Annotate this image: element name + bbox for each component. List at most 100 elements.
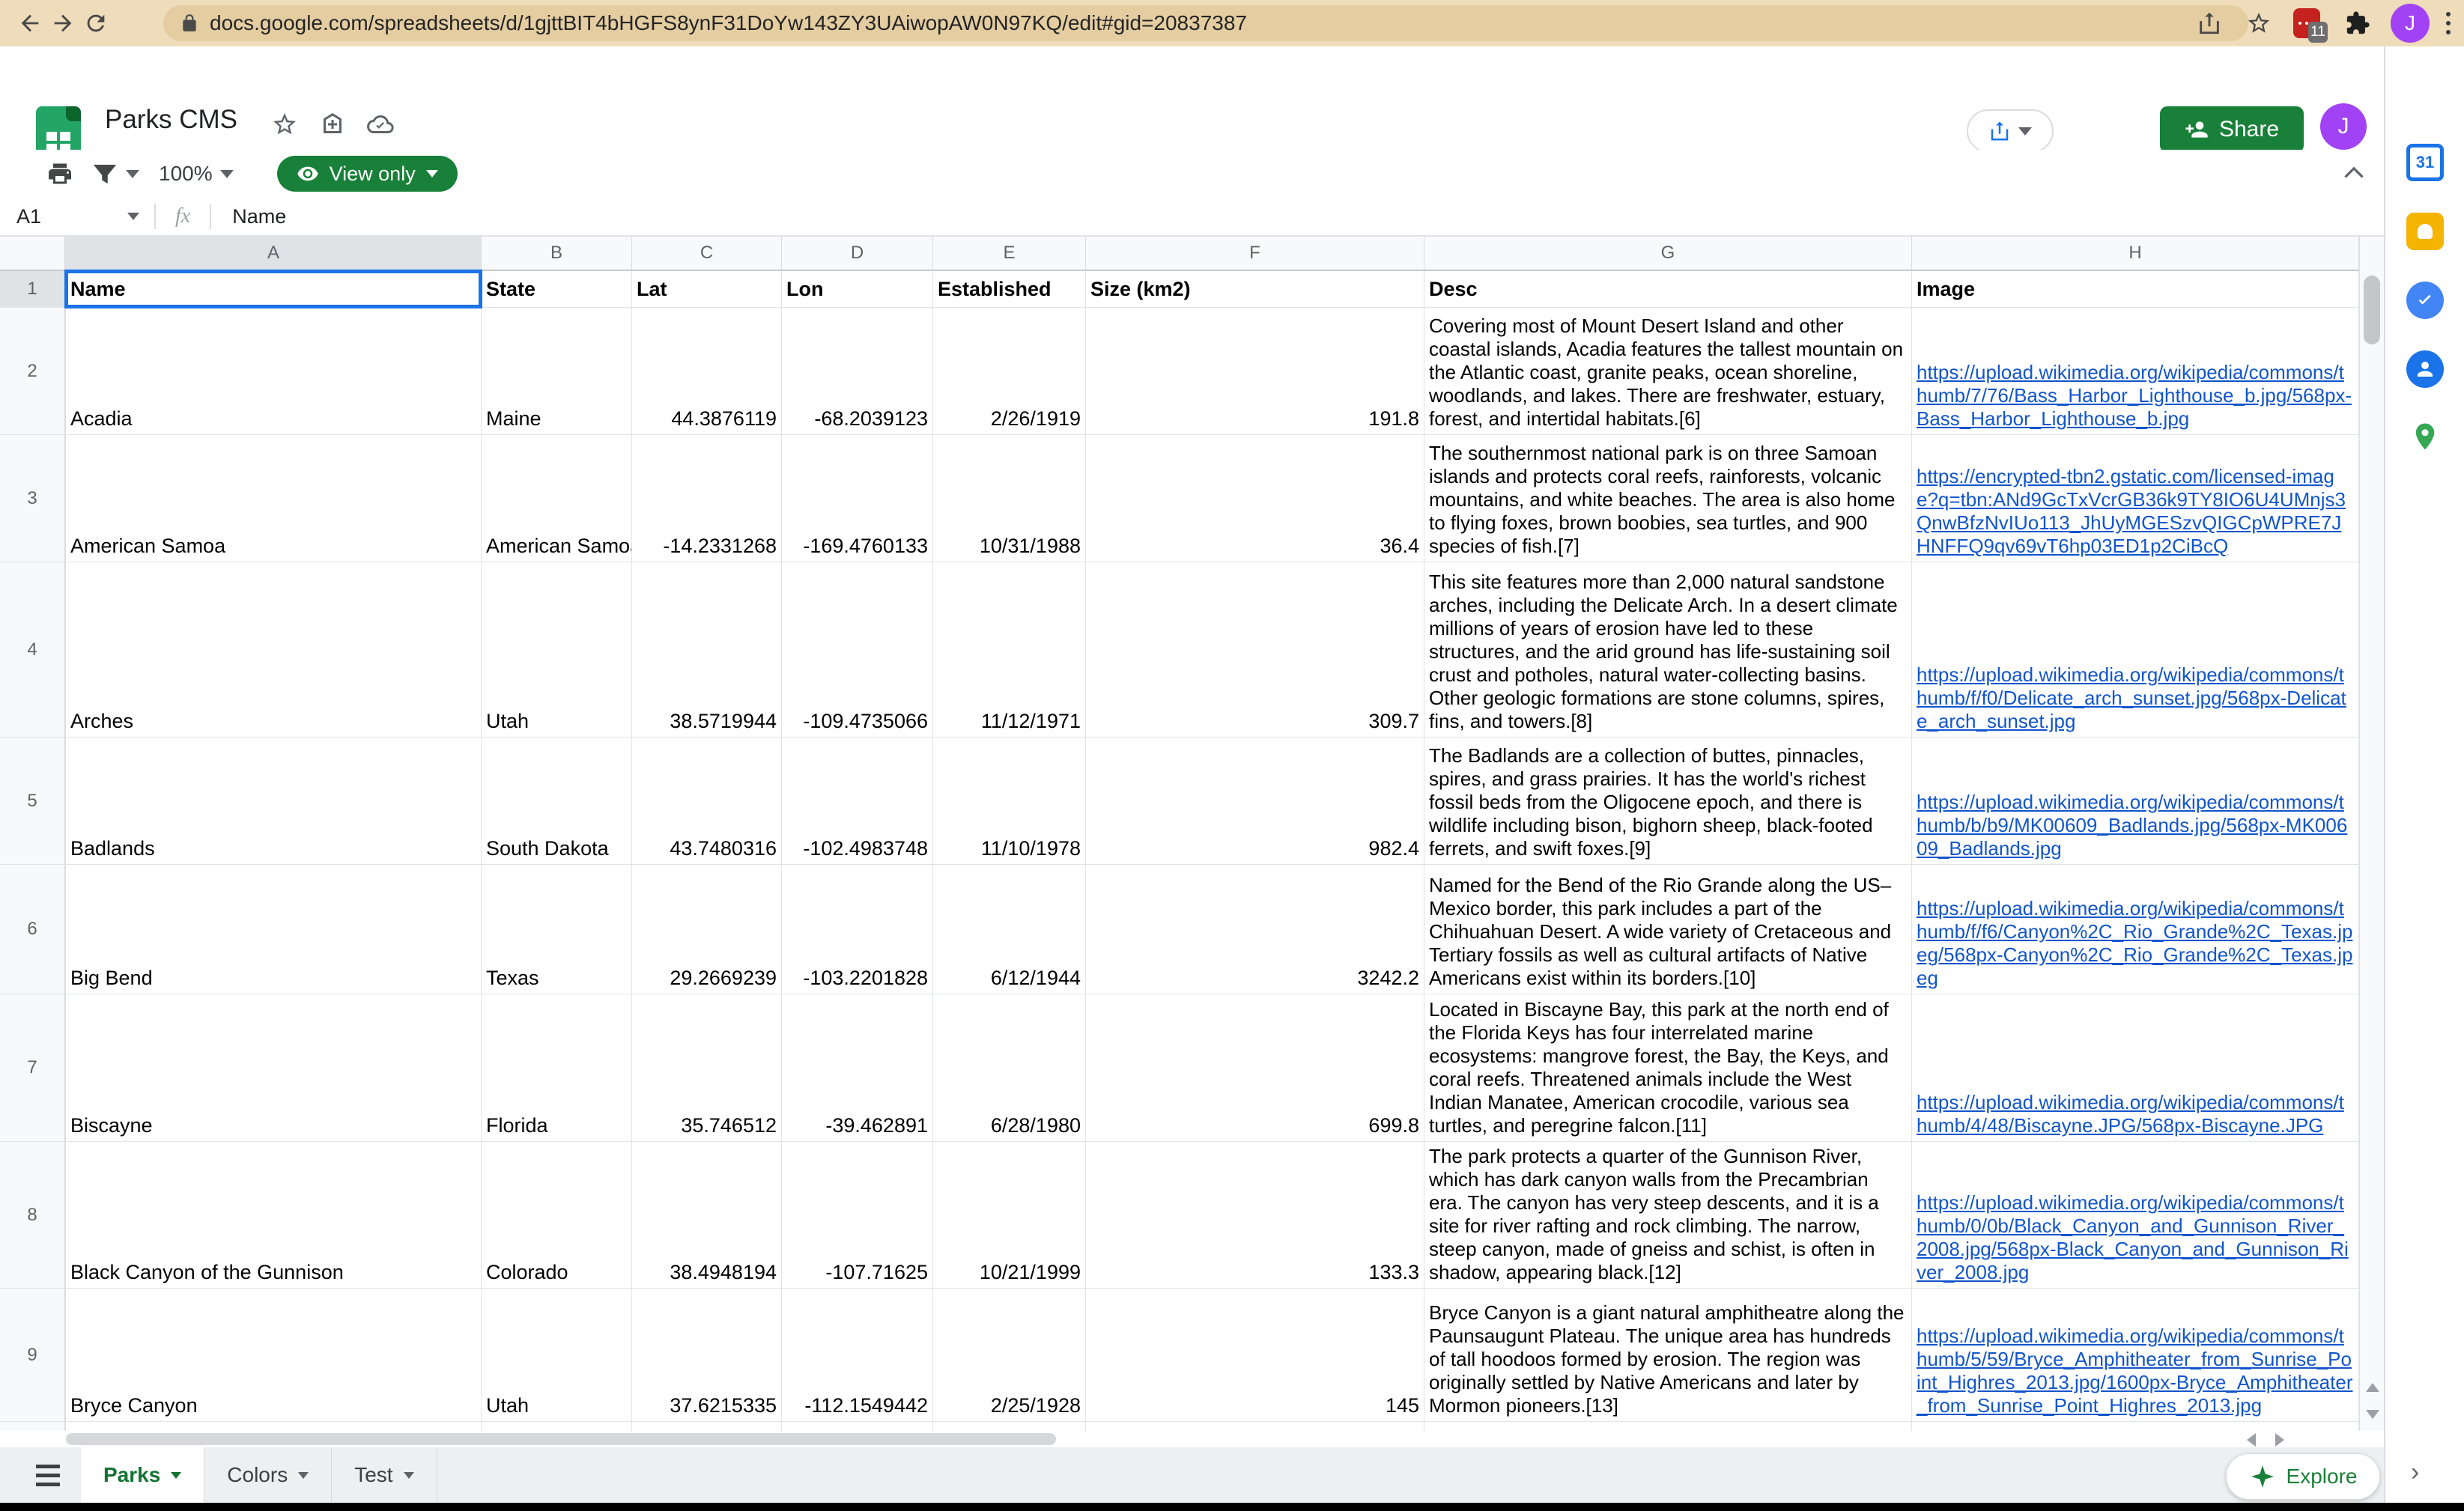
cell-C8[interactable]: 38.4948194 <box>632 1142 782 1289</box>
cell-E6[interactable]: 6/12/1944 <box>933 865 1086 994</box>
cell-A2[interactable]: Acadia <box>66 308 482 435</box>
image-link[interactable]: https://encrypted-tbn2.gstatic.com/licen… <box>1917 465 2354 558</box>
scroll-up-arrow-icon[interactable] <box>2366 1383 2379 1392</box>
cell-D4[interactable]: -109.4735066 <box>782 562 933 738</box>
cell-Dx[interactable] <box>782 1422 933 1431</box>
cell-Hx[interactable] <box>1912 1422 2359 1431</box>
address-bar[interactable]: docs.google.com/spreadsheets/d/1gjttBIT4… <box>163 5 2248 41</box>
cell-D5[interactable]: -102.4983748 <box>782 738 933 865</box>
browser-share-button[interactable] <box>2193 7 2226 40</box>
cell-B9[interactable]: Utah <box>482 1289 632 1422</box>
cell-F8[interactable]: 133.3 <box>1086 1142 1424 1289</box>
cell-C6[interactable]: 29.2669239 <box>632 865 782 994</box>
cell-E9[interactable]: 2/25/1928 <box>933 1289 1086 1422</box>
cell-H5[interactable]: https://upload.wikimedia.org/wikipedia/c… <box>1912 738 2359 865</box>
cell-D1[interactable]: Lon <box>782 271 933 308</box>
cell-B5[interactable]: South Dakota <box>482 738 632 865</box>
cell-Ax[interactable] <box>66 1422 482 1431</box>
cell-H2[interactable]: https://upload.wikimedia.org/wikipedia/c… <box>1912 308 2359 435</box>
add-shortcut-icon[interactable] <box>319 111 346 138</box>
calendar-panel-button[interactable]: 31 <box>2406 144 2444 181</box>
row-header-7[interactable]: 7 <box>0 994 66 1142</box>
sheet-tab-test[interactable]: Test <box>332 1447 437 1503</box>
cell-A6[interactable]: Big Bend <box>66 865 482 994</box>
cell-B6[interactable]: Texas <box>482 865 632 994</box>
row-header-3[interactable]: 3 <box>0 435 66 562</box>
cell-E8[interactable]: 10/21/1999 <box>933 1142 1086 1289</box>
horizontal-scrollbar-thumb[interactable] <box>66 1433 1056 1445</box>
browser-menu-button[interactable] <box>2446 12 2451 34</box>
column-header-F[interactable]: F <box>1086 237 1424 271</box>
cell-D8[interactable]: -107.71625 <box>782 1142 933 1289</box>
row-header-9[interactable]: 9 <box>0 1289 66 1422</box>
filter-button[interactable] <box>88 157 121 190</box>
cell-A3[interactable]: American Samoa <box>66 435 482 562</box>
cell-H6[interactable]: https://upload.wikimedia.org/wikipedia/c… <box>1912 865 2359 994</box>
browser-forward-button[interactable] <box>46 7 79 40</box>
cell-H8[interactable]: https://upload.wikimedia.org/wikipedia/c… <box>1912 1142 2359 1289</box>
cell-D7[interactable]: -39.462891 <box>782 994 933 1142</box>
hide-side-panel-button[interactable]: › <box>2411 1458 2419 1487</box>
zoom-select[interactable]: 100% <box>159 162 213 186</box>
cell-F9[interactable]: 145 <box>1086 1289 1424 1422</box>
cell-G2[interactable]: Covering most of Mount Desert Island and… <box>1424 308 1912 435</box>
cell-Gx[interactable] <box>1424 1422 1912 1431</box>
cell-H7[interactable]: https://upload.wikimedia.org/wikipedia/c… <box>1912 994 2359 1142</box>
cell-G3[interactable]: The southernmost national park is on thr… <box>1424 435 1912 562</box>
cell-G7[interactable]: Located in Biscayne Bay, this park at th… <box>1424 994 1912 1142</box>
cell-F5[interactable]: 982.4 <box>1086 738 1424 865</box>
bookmark-star-button[interactable] <box>2242 7 2275 40</box>
cell-H9[interactable]: https://upload.wikimedia.org/wikipedia/c… <box>1912 1289 2359 1422</box>
column-header-A[interactable]: A <box>66 237 482 271</box>
cell-G4[interactable]: This site features more than 2,000 natur… <box>1424 562 1912 738</box>
account-avatar[interactable]: J <box>2320 103 2367 150</box>
cell-reference-box[interactable]: A1 <box>0 205 127 228</box>
cell-B3[interactable]: American Samoa <box>482 435 632 562</box>
cell-C7[interactable]: 35.746512 <box>632 994 782 1142</box>
document-title[interactable]: Parks CMS <box>105 105 237 135</box>
export-button[interactable] <box>1967 109 2054 153</box>
maps-panel-button[interactable] <box>2406 419 2444 457</box>
cell-G6[interactable]: Named for the Bend of the Rio Grande alo… <box>1424 865 1912 994</box>
cell-A1[interactable]: Name <box>66 271 482 308</box>
cell-G5[interactable]: The Badlands are a collection of buttes,… <box>1424 738 1912 865</box>
row-header-6[interactable]: 6 <box>0 865 66 994</box>
image-link[interactable]: https://upload.wikimedia.org/wikipedia/c… <box>1917 361 2354 431</box>
image-link[interactable]: https://upload.wikimedia.org/wikipedia/c… <box>1917 791 2354 860</box>
image-link[interactable]: https://upload.wikimedia.org/wikipedia/c… <box>1917 1091 2354 1137</box>
column-header-D[interactable]: D <box>782 237 933 271</box>
image-link[interactable]: https://upload.wikimedia.org/wikipedia/c… <box>1917 663 2354 733</box>
scroll-down-arrow-icon[interactable] <box>2366 1410 2379 1419</box>
keep-panel-button[interactable] <box>2406 213 2444 250</box>
cell-D9[interactable]: -112.1549442 <box>782 1289 933 1422</box>
cell-C9[interactable]: 37.6215335 <box>632 1289 782 1422</box>
cell-C5[interactable]: 43.7480316 <box>632 738 782 865</box>
row-header-filler[interactable] <box>0 1422 66 1431</box>
sheet-tab-parks[interactable]: Parks <box>81 1447 204 1503</box>
zoom-caret-icon[interactable] <box>220 170 234 178</box>
vertical-scrollbar-thumb[interactable] <box>2364 276 2380 344</box>
cell-F2[interactable]: 191.8 <box>1086 308 1424 435</box>
cell-E4[interactable]: 11/12/1971 <box>933 562 1086 738</box>
cell-Cx[interactable] <box>632 1422 782 1431</box>
column-header-H[interactable]: H <box>1912 237 2359 271</box>
print-button[interactable] <box>43 157 76 190</box>
extensions-menu-button[interactable] <box>2341 7 2374 40</box>
sheet-tab-colors[interactable]: Colors <box>204 1447 332 1503</box>
cell-C2[interactable]: 44.3876119 <box>632 308 782 435</box>
cell-F4[interactable]: 309.7 <box>1086 562 1424 738</box>
column-header-C[interactable]: C <box>632 237 782 271</box>
cell-H4[interactable]: https://upload.wikimedia.org/wikipedia/c… <box>1912 562 2359 738</box>
explore-button[interactable]: Explore <box>2226 1453 2380 1500</box>
view-only-button[interactable]: View only <box>277 156 458 192</box>
vertical-scrollbar[interactable] <box>2359 237 2384 1431</box>
browser-reload-button[interactable] <box>79 7 112 40</box>
star-document-icon[interactable] <box>271 111 298 138</box>
column-header-G[interactable]: G <box>1424 237 1912 271</box>
cell-C1[interactable]: Lat <box>632 271 782 308</box>
cell-A9[interactable]: Bryce Canyon <box>66 1289 482 1422</box>
cell-G8[interactable]: The park protects a quarter of the Gunni… <box>1424 1142 1912 1289</box>
cell-E2[interactable]: 2/26/1919 <box>933 308 1086 435</box>
contacts-panel-button[interactable] <box>2406 350 2444 388</box>
cell-B4[interactable]: Utah <box>482 562 632 738</box>
